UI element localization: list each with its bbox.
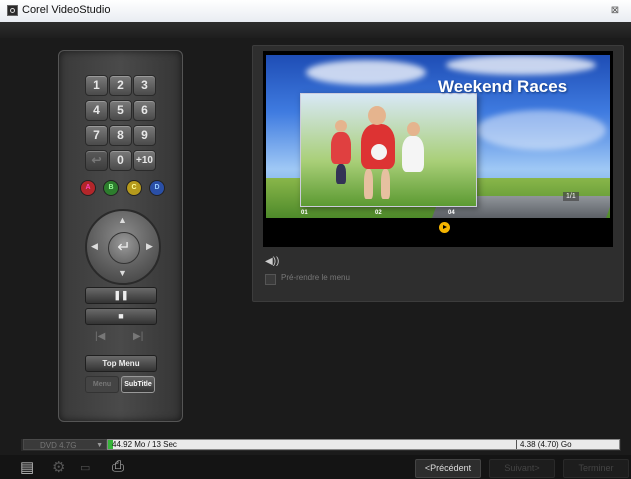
key-1[interactable]: 1 <box>85 75 108 96</box>
chapter-label[interactable]: 01 <box>301 210 308 216</box>
skip-forward-icon[interactable]: ▶| <box>133 331 143 342</box>
color-button-c[interactable]: C <box>126 180 142 196</box>
cloud <box>476 110 606 150</box>
color-button-d[interactable]: D <box>149 180 165 196</box>
child-head <box>407 122 420 136</box>
child-head <box>335 120 347 132</box>
cloud <box>306 60 426 85</box>
direction-pad[interactable]: ▲ ▼ ◀ ▶ ↵ <box>85 209 161 285</box>
options-icon[interactable]: ⚙ <box>52 458 65 476</box>
capacity-text: 4.38 (4.70) Go <box>520 440 572 449</box>
menu-photo <box>300 93 477 207</box>
child-head <box>368 106 386 125</box>
menu-title: Weekend Races <box>438 77 568 96</box>
remote-control: 1 2 3 4 5 6 7 8 9 ↩ 0 +10 A B C D ▲ ▼ ◀ … <box>58 50 183 422</box>
finish-button[interactable]: Terminer <box>563 459 629 478</box>
preview-screen: Weekend Races 1/1 01 02 04 <box>263 51 613 247</box>
arrow-left-icon[interactable]: ◀ <box>91 241 98 252</box>
disc-type-value: DVD 4.7G <box>40 441 77 450</box>
close-button[interactable]: ⊠ <box>608 5 622 17</box>
chapter-label[interactable]: 02 <box>375 210 382 216</box>
speaker-icon[interactable]: ◀)) <box>265 256 279 267</box>
chapter-label[interactable]: 04 <box>448 210 455 216</box>
app-icon <box>7 5 18 16</box>
window-title: Corel VideoStudio <box>22 4 111 16</box>
enter-button[interactable]: ↵ <box>108 232 140 264</box>
subtitle-button[interactable]: SubTitle <box>121 376 155 393</box>
back-key[interactable]: ↩ <box>85 150 108 171</box>
iso-icon[interactable]: ▭ <box>80 461 90 474</box>
child-figure <box>402 136 424 172</box>
prerender-label: Pré-rendre le menu <box>281 273 350 282</box>
capacity-marker <box>516 440 517 449</box>
disc-type-select[interactable]: DVD 4.7G ▼ <box>23 439 107 450</box>
usage-meter: 44.92 Mo / 13 Sec 4.38 (4.70) Go <box>107 439 620 450</box>
key-6[interactable]: 6 <box>133 100 156 121</box>
key-2[interactable]: 2 <box>109 75 132 96</box>
arrow-up-icon[interactable]: ▲ <box>118 215 127 225</box>
header-band <box>0 22 631 38</box>
child-legs <box>336 164 346 184</box>
key-4[interactable]: 4 <box>85 100 108 121</box>
preview-panel: Weekend Races 1/1 01 02 04 ◀)) Pré-rendr… <box>252 45 624 302</box>
settings-icon[interactable]: ▤ <box>20 458 34 476</box>
usage-text: 44.92 Mo / 13 Sec <box>112 440 177 449</box>
pause-button[interactable]: ❚❚ <box>85 287 157 304</box>
arrow-down-icon[interactable]: ▼ <box>118 268 127 278</box>
menu-preview[interactable]: Weekend Races 1/1 01 02 04 <box>266 55 610 218</box>
color-button-a[interactable]: A <box>80 180 96 196</box>
chevron-down-icon: ▼ <box>96 442 103 449</box>
key-3[interactable]: 3 <box>133 75 156 96</box>
key-8[interactable]: 8 <box>109 125 132 146</box>
child-legs <box>364 169 373 199</box>
title-bar: Corel VideoStudio ⊠ <box>0 0 631 23</box>
color-button-b[interactable]: B <box>103 180 119 196</box>
child-legs <box>381 169 390 199</box>
print-icon[interactable]: ⎙ <box>112 458 124 475</box>
previous-button[interactable]: <Précédent <box>415 459 481 478</box>
bottom-toolbar: ▤ ⚙ ▭ ⎙ <Précédent Suivant> Terminer <box>0 455 631 479</box>
cloud <box>446 55 596 75</box>
key-plus10[interactable]: +10 <box>133 150 156 171</box>
key-5[interactable]: 5 <box>109 100 132 121</box>
child-figure <box>331 132 351 164</box>
skip-back-icon[interactable]: |◀ <box>95 331 105 342</box>
menu-button[interactable]: Menu <box>85 376 119 393</box>
stop-button[interactable]: ■ <box>85 308 157 325</box>
key-7[interactable]: 7 <box>85 125 108 146</box>
ball <box>371 144 387 160</box>
top-menu-button[interactable]: Top Menu <box>85 355 157 372</box>
arrow-right-icon[interactable]: ▶ <box>146 241 153 252</box>
next-button[interactable]: Suivant> <box>489 459 555 478</box>
key-0[interactable]: 0 <box>109 150 132 171</box>
chapter-page-badge: 1/1 <box>563 192 579 201</box>
play-button[interactable] <box>439 222 450 233</box>
key-9[interactable]: 9 <box>133 125 156 146</box>
disc-usage-bar: DVD 4.7G ▼ 44.92 Mo / 13 Sec 4.38 (4.70)… <box>21 439 621 451</box>
prerender-checkbox[interactable] <box>265 274 276 285</box>
